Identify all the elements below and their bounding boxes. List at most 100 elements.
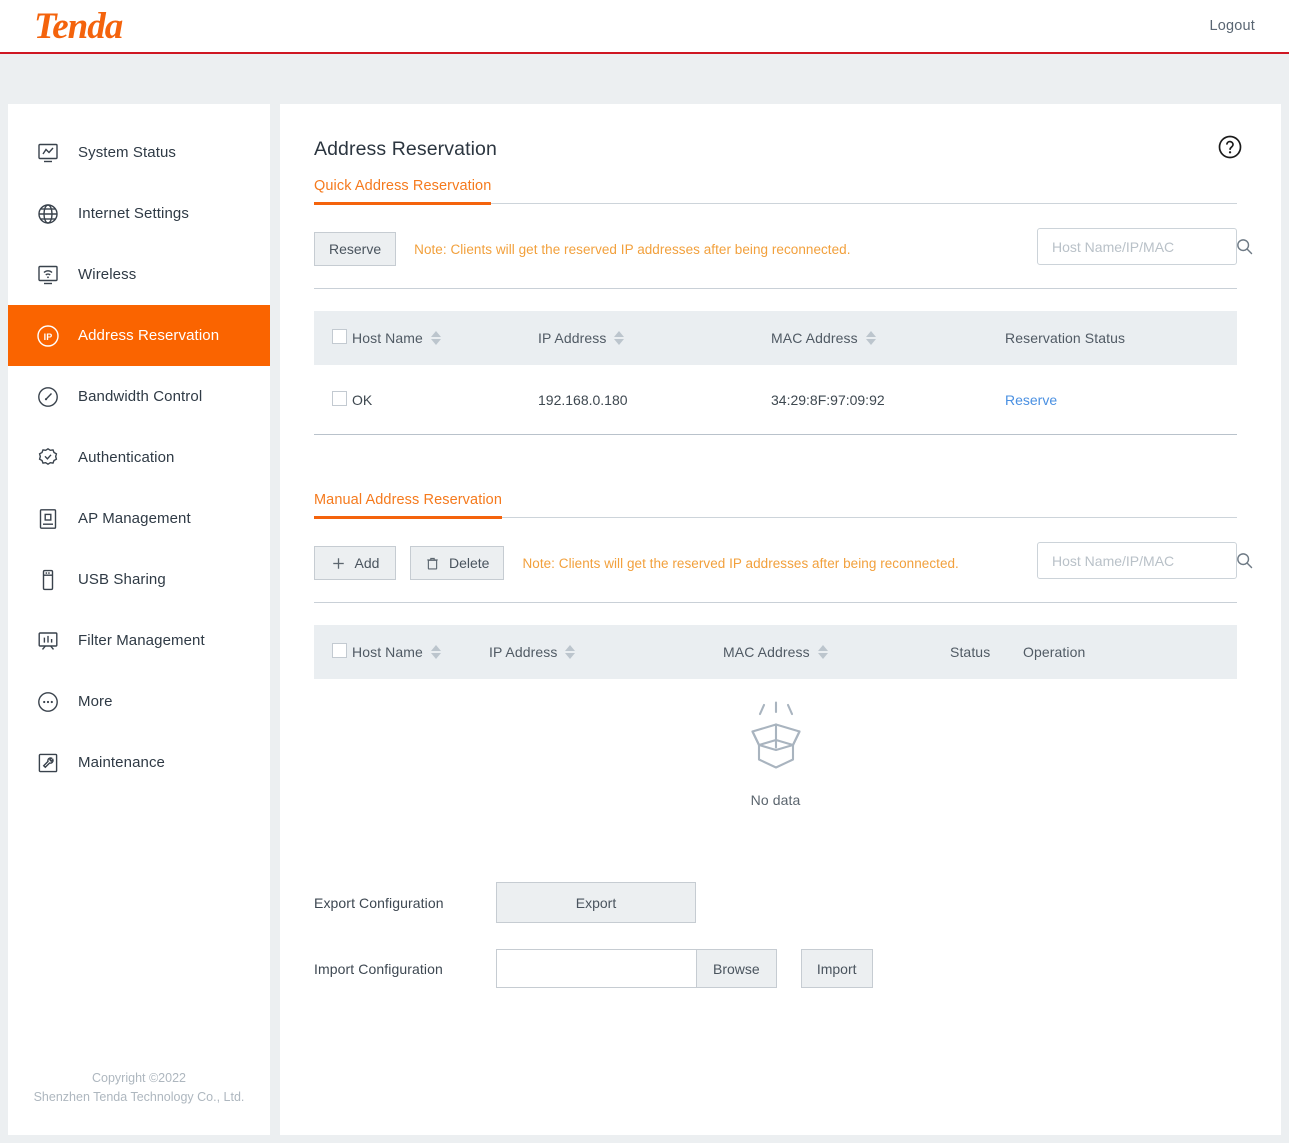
column-header-mac-address[interactable]: MAC Address <box>771 330 1005 346</box>
column-label: IP Address <box>489 644 558 660</box>
sidebar-item-label: Bandwidth Control <box>78 388 203 405</box>
browse-button[interactable]: Browse <box>696 949 777 988</box>
sidebar-item-address-reservation[interactable]: IP Address Reservation <box>8 305 270 366</box>
table-header-row: Host Name IP Address MAC Address Status … <box>314 625 1237 679</box>
plus-icon <box>331 556 346 571</box>
select-all-checkbox[interactable] <box>332 643 347 658</box>
sidebar-item-authentication[interactable]: Authentication <box>8 427 270 488</box>
import-button[interactable]: Import <box>800 949 873 988</box>
sort-arrows-icon[interactable] <box>430 331 441 345</box>
sidebar-item-more[interactable]: More <box>8 671 270 732</box>
select-all-checkbox[interactable] <box>332 329 347 344</box>
column-label: MAC Address <box>771 330 858 346</box>
quick-toolbar: Reserve Note: Clients will get the reser… <box>314 228 1253 289</box>
page-title: Address Reservation <box>314 138 497 160</box>
column-label: Reservation Status <box>1005 330 1126 346</box>
question-circle-icon[interactable] <box>1215 132 1245 162</box>
import-configuration-row: Import Configuration Browse Import <box>314 949 1237 988</box>
sidebar-item-filter-management[interactable]: Filter Management <box>8 610 270 671</box>
copyright-line-1: Copyright ©2022 <box>92 1071 186 1085</box>
column-header-ip-address[interactable]: IP Address <box>538 330 771 346</box>
gauge-icon <box>34 383 62 411</box>
cell-host-name: OK <box>352 391 373 408</box>
main-content-card: Address Reservation Quick Address Reserv… <box>280 104 1281 1135</box>
sidebar-item-label: More <box>78 693 113 710</box>
sort-arrows-icon[interactable] <box>817 645 828 659</box>
page-body: System Status Internet Settings Wireless… <box>0 54 1289 1143</box>
svg-text:IP: IP <box>44 332 53 342</box>
search-icon[interactable] <box>1235 237 1254 256</box>
manual-search-box[interactable] <box>1037 542 1253 579</box>
sort-arrows-icon[interactable] <box>565 645 576 659</box>
column-header-ip-address[interactable]: IP Address <box>489 644 723 660</box>
trash-icon <box>425 556 440 571</box>
column-header-host-name[interactable]: Host Name <box>352 644 489 660</box>
copyright-line-2: Shenzhen Tenda Technology Co., Ltd. <box>33 1090 245 1104</box>
column-label: Status <box>950 644 991 660</box>
tenda-logo: Tenda <box>34 5 123 47</box>
row-checkbox-cell <box>314 390 352 409</box>
column-label: MAC Address <box>723 644 810 660</box>
sidebar-item-internet-settings[interactable]: Internet Settings <box>8 183 270 244</box>
search-icon[interactable] <box>1235 551 1254 570</box>
column-label: Host Name <box>352 644 423 660</box>
sidebar-item-label: USB Sharing <box>78 571 166 588</box>
quick-reservation-table: Host Name IP Address MAC Address Reserva… <box>314 311 1237 435</box>
row-checkbox[interactable] <box>332 390 347 406</box>
ap-device-icon <box>34 505 62 533</box>
column-header-status: Status <box>950 644 1023 660</box>
column-label: IP Address <box>538 330 607 346</box>
sort-arrows-icon[interactable] <box>614 331 625 345</box>
column-header-reservation-status: Reservation Status <box>1005 330 1237 346</box>
empty-state: No data <box>314 679 1237 808</box>
add-button-label: Add <box>354 555 380 571</box>
export-configuration-row: Export Configuration Export <box>314 882 1237 923</box>
export-configuration-label: Export Configuration <box>314 894 444 911</box>
open-box-icon <box>738 701 814 776</box>
quick-search-input[interactable] <box>1050 237 1235 256</box>
reserve-link[interactable]: Reserve <box>1005 392 1057 408</box>
sidebar-item-label: System Status <box>78 144 177 161</box>
manual-reservation-table: Host Name IP Address MAC Address Status … <box>314 625 1237 808</box>
sidebar-item-label: Wireless <box>78 266 137 283</box>
select-all-checkbox-cell <box>314 329 352 347</box>
delete-button[interactable]: Delete <box>410 546 505 580</box>
sidebar-item-label: Filter Management <box>78 632 205 649</box>
column-header-mac-address[interactable]: MAC Address <box>723 644 950 660</box>
sidebar-item-label: AP Management <box>78 510 191 527</box>
quick-note-text: Note: Clients will get the reserved IP a… <box>414 241 851 257</box>
sidebar-item-usb-sharing[interactable]: USB Sharing <box>8 549 270 610</box>
sort-arrows-icon[interactable] <box>865 331 876 345</box>
ip-circle-icon: IP <box>34 322 62 350</box>
column-header-operation: Operation <box>1023 644 1237 660</box>
import-configuration-label: Import Configuration <box>314 960 443 977</box>
sidebar-item-maintenance[interactable]: Maintenance <box>8 732 270 793</box>
tab-manual-address-reservation[interactable]: Manual Address Reservation <box>314 491 1237 519</box>
quick-search-box[interactable] <box>1037 228 1253 265</box>
table-row: OK 192.168.0.180 34:29:8F:97:09:92 Reser… <box>314 365 1237 435</box>
file-picker: Browse <box>496 949 777 988</box>
top-header-bar: Tenda Logout <box>0 0 1289 54</box>
empty-state-text: No data <box>750 792 801 808</box>
sidebar-item-wireless[interactable]: Wireless <box>8 244 270 305</box>
import-file-path-input[interactable] <box>496 949 696 988</box>
sidebar-item-bandwidth-control[interactable]: Bandwidth Control <box>8 366 270 427</box>
verified-badge-icon <box>34 444 62 472</box>
add-button[interactable]: Add <box>314 546 396 580</box>
tab-quick-address-reservation[interactable]: Quick Address Reservation <box>314 177 1237 205</box>
sidebar-item-label: Address Reservation <box>78 327 220 344</box>
sidebar-item-system-status[interactable]: System Status <box>8 122 270 183</box>
manual-search-input[interactable] <box>1050 551 1235 570</box>
tab-label: Manual Address Reservation <box>314 492 502 519</box>
sort-arrows-icon[interactable] <box>430 645 441 659</box>
sidebar-item-ap-management[interactable]: AP Management <box>8 488 270 549</box>
reserve-button[interactable]: Reserve <box>314 232 397 266</box>
export-button[interactable]: Export <box>496 882 696 923</box>
logout-button[interactable]: Logout <box>1209 18 1255 34</box>
ellipsis-circle-icon <box>34 688 62 716</box>
manual-toolbar: Add Delete Note: Clients will get the re… <box>314 542 1253 603</box>
column-header-host-name[interactable]: Host Name <box>352 330 538 346</box>
wrench-icon <box>34 749 62 777</box>
sidebar-item-label: Maintenance <box>78 754 165 771</box>
wifi-monitor-icon <box>34 261 62 289</box>
